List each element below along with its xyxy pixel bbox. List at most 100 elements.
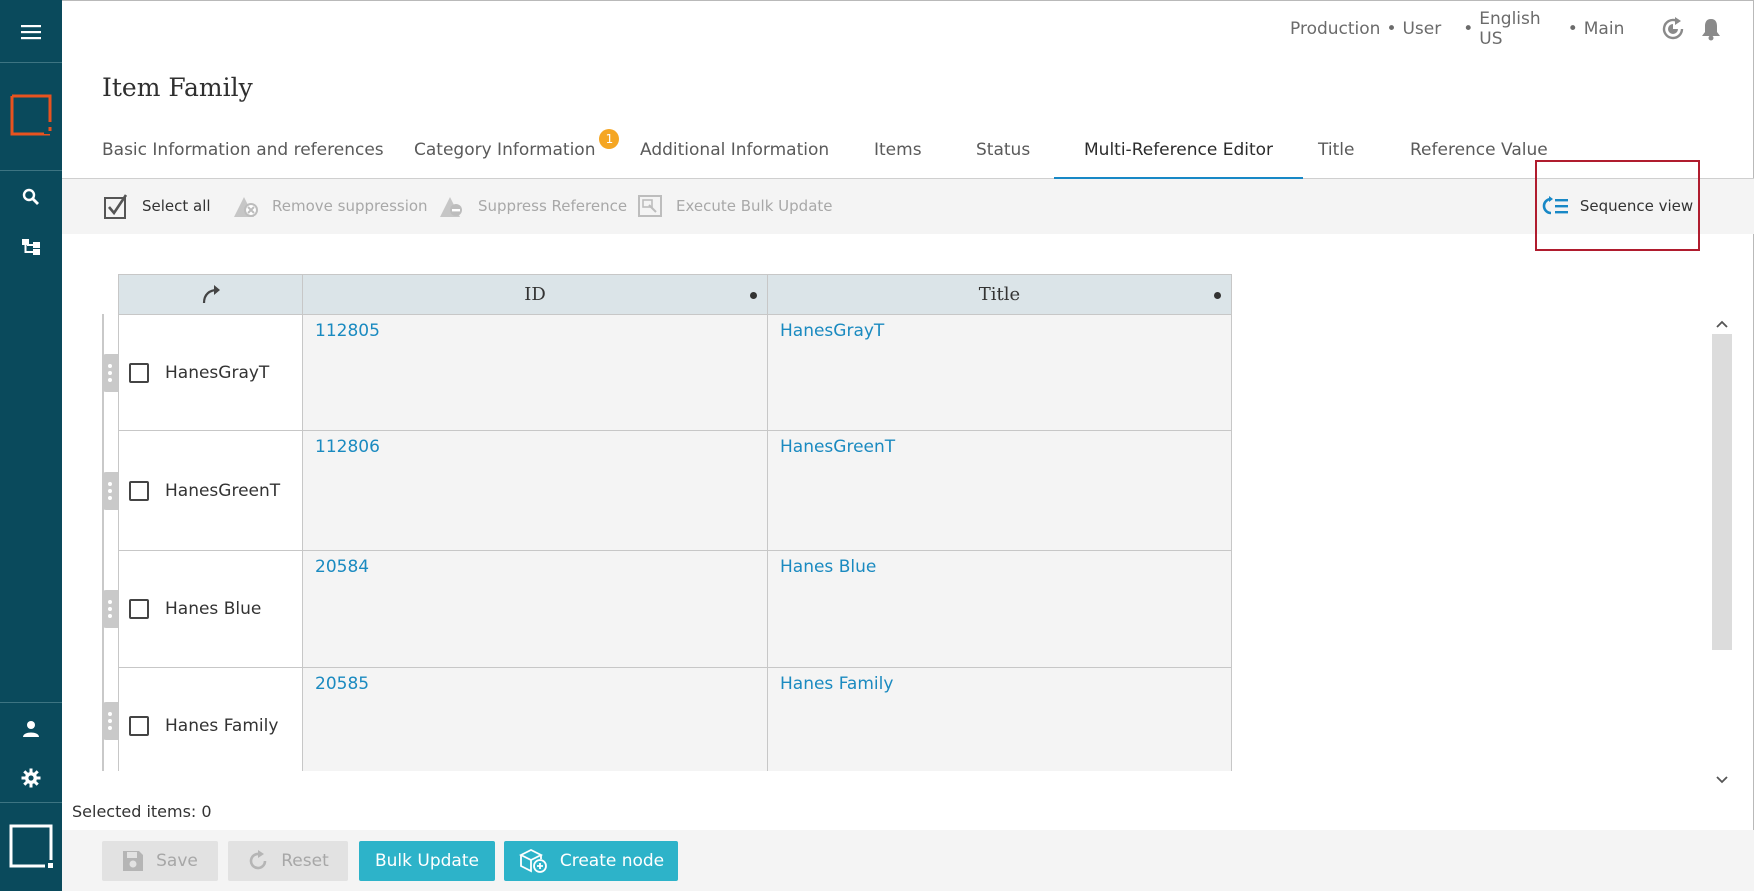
reset-icon bbox=[247, 850, 269, 872]
drag-handle[interactable] bbox=[102, 354, 118, 392]
tab-reference-value[interactable]: Reference Value bbox=[1410, 130, 1548, 179]
remove-suppression-icon bbox=[232, 192, 260, 220]
user-icon[interactable] bbox=[0, 716, 62, 742]
select-all-label: Select all bbox=[142, 197, 211, 215]
drag-handle[interactable] bbox=[102, 702, 118, 740]
remove-suppression-label: Remove suppression bbox=[272, 197, 428, 215]
tab-basic-information[interactable]: Basic Information and references bbox=[102, 130, 384, 179]
create-node-label: Create node bbox=[559, 851, 665, 871]
save-button[interactable]: Save bbox=[102, 841, 218, 881]
execute-bulk-update-label: Execute Bulk Update bbox=[676, 197, 833, 215]
bulk-update-icon bbox=[636, 192, 664, 220]
tab-multi-reference-editor[interactable]: Multi-Reference Editor bbox=[1053, 130, 1304, 180]
tab-additional-information[interactable]: Additional Information bbox=[640, 130, 829, 179]
grid-table: ID Title HanesGrayT 112805 HanesGrayT Ha… bbox=[118, 274, 1232, 771]
tab-title[interactable]: Title bbox=[1318, 130, 1354, 179]
title-link[interactable]: HanesGrayT bbox=[768, 315, 1231, 430]
table-row[interactable]: Hanes Family 20585 Hanes Family bbox=[119, 668, 1231, 771]
select-all-button[interactable]: Select all bbox=[102, 191, 211, 221]
context-separator: • bbox=[1567, 19, 1578, 39]
context-bar: Production • User • English US • Main bbox=[1290, 9, 1754, 49]
notification-badge: 1 bbox=[599, 129, 620, 149]
row-name: HanesGrayT bbox=[165, 362, 270, 383]
search-icon[interactable] bbox=[0, 184, 62, 210]
row-name: Hanes Family bbox=[165, 716, 279, 736]
save-label: Save bbox=[156, 851, 198, 871]
id-link[interactable]: 112806 bbox=[303, 431, 768, 550]
hierarchy-icon[interactable] bbox=[0, 234, 62, 260]
context-locale[interactable]: English US bbox=[1479, 9, 1561, 49]
column-menu-icon[interactable] bbox=[1214, 292, 1221, 299]
tab-label: Category Information bbox=[414, 140, 596, 160]
scroll-down-icon[interactable] bbox=[1712, 770, 1732, 790]
row-name: Hanes Blue bbox=[165, 599, 262, 619]
row-name-cell: Hanes Family bbox=[119, 668, 303, 771]
title-link[interactable]: Hanes Family bbox=[768, 668, 1231, 771]
bell-icon[interactable] bbox=[1698, 15, 1724, 43]
reset-label: Reset bbox=[281, 851, 329, 871]
row-checkbox[interactable] bbox=[129, 599, 149, 619]
scroll-up-icon[interactable] bbox=[1712, 314, 1732, 334]
create-node-icon bbox=[518, 848, 548, 874]
reset-button[interactable]: Reset bbox=[228, 841, 348, 881]
sequence-view-label: Sequence view bbox=[1579, 196, 1694, 215]
toolbar: Select all Remove suppression Suppress R… bbox=[62, 179, 1754, 234]
bulk-update-button[interactable]: Bulk Update bbox=[359, 841, 495, 881]
bulk-update-label: Bulk Update bbox=[375, 851, 479, 871]
column-header-title[interactable]: Title bbox=[768, 275, 1231, 314]
row-checkbox[interactable] bbox=[129, 362, 149, 383]
table-row[interactable]: HanesGrayT 112805 HanesGrayT bbox=[119, 315, 1231, 431]
execute-bulk-update-button[interactable]: Execute Bulk Update bbox=[636, 191, 833, 221]
context-separator: • bbox=[1463, 19, 1474, 39]
hamburger-menu-icon[interactable] bbox=[0, 12, 62, 52]
column-menu-icon[interactable] bbox=[750, 292, 757, 299]
sequence-view-button[interactable]: Sequence view bbox=[1535, 160, 1700, 251]
context-workspace[interactable]: Main bbox=[1584, 19, 1625, 39]
app-logo-icon[interactable] bbox=[0, 92, 62, 138]
row-name-cell: Hanes Blue bbox=[119, 551, 303, 667]
row-name-cell: HanesGreenT bbox=[119, 431, 303, 550]
drag-handle[interactable] bbox=[102, 590, 118, 628]
reorder-icon bbox=[202, 284, 220, 303]
drag-handle[interactable] bbox=[102, 472, 118, 510]
selected-items-count: Selected items: 0 bbox=[72, 802, 212, 821]
tab-category-information[interactable]: Category Information 1 bbox=[414, 129, 620, 179]
context-environment[interactable]: Production bbox=[1290, 19, 1380, 39]
tab-bar: Basic Information and references Categor… bbox=[62, 129, 1754, 180]
title-link[interactable]: Hanes Blue bbox=[768, 551, 1231, 667]
checklist-icon bbox=[102, 192, 130, 220]
suppress-reference-label: Suppress Reference bbox=[478, 197, 628, 215]
sequence-view-icon bbox=[1542, 195, 1570, 216]
vertical-scrollbar[interactable] bbox=[1712, 314, 1732, 790]
table-row[interactable]: Hanes Blue 20584 Hanes Blue bbox=[119, 551, 1231, 668]
id-link[interactable]: 20585 bbox=[303, 668, 768, 771]
table-row[interactable]: HanesGreenT 112806 HanesGreenT bbox=[119, 431, 1231, 551]
tab-status[interactable]: Status bbox=[976, 130, 1030, 179]
suppress-reference-button[interactable]: Suppress Reference bbox=[438, 191, 627, 221]
gear-icon[interactable] bbox=[0, 765, 62, 791]
create-node-button[interactable]: Create node bbox=[504, 841, 678, 881]
sidebar bbox=[0, 0, 62, 891]
suppress-reference-icon bbox=[438, 192, 466, 220]
row-name-cell: HanesGrayT bbox=[119, 315, 303, 430]
reference-grid: ID Title HanesGrayT 112805 HanesGrayT Ha… bbox=[102, 274, 1232, 771]
row-name: HanesGreenT bbox=[165, 480, 281, 501]
reorder-column-header[interactable] bbox=[119, 275, 303, 314]
id-link[interactable]: 112805 bbox=[303, 315, 768, 430]
context-role[interactable]: User bbox=[1402, 19, 1441, 39]
tab-items[interactable]: Items bbox=[874, 130, 922, 179]
scroll-thumb[interactable] bbox=[1712, 334, 1732, 650]
column-header-label: Title bbox=[978, 284, 1021, 305]
workspace-icon[interactable] bbox=[0, 822, 62, 870]
remove-suppression-button[interactable]: Remove suppression bbox=[232, 191, 428, 221]
row-checkbox[interactable] bbox=[129, 716, 149, 736]
column-header-label: ID bbox=[524, 284, 546, 305]
column-header-id[interactable]: ID bbox=[303, 275, 768, 314]
context-separator: • bbox=[1386, 19, 1397, 39]
title-link[interactable]: HanesGreenT bbox=[768, 431, 1231, 550]
grid-header: ID Title bbox=[119, 275, 1231, 315]
history-icon[interactable] bbox=[1660, 15, 1686, 43]
id-link[interactable]: 20584 bbox=[303, 551, 768, 667]
row-checkbox[interactable] bbox=[129, 480, 149, 501]
footer-bar: Save Reset Bulk Update Create node bbox=[62, 830, 1754, 891]
